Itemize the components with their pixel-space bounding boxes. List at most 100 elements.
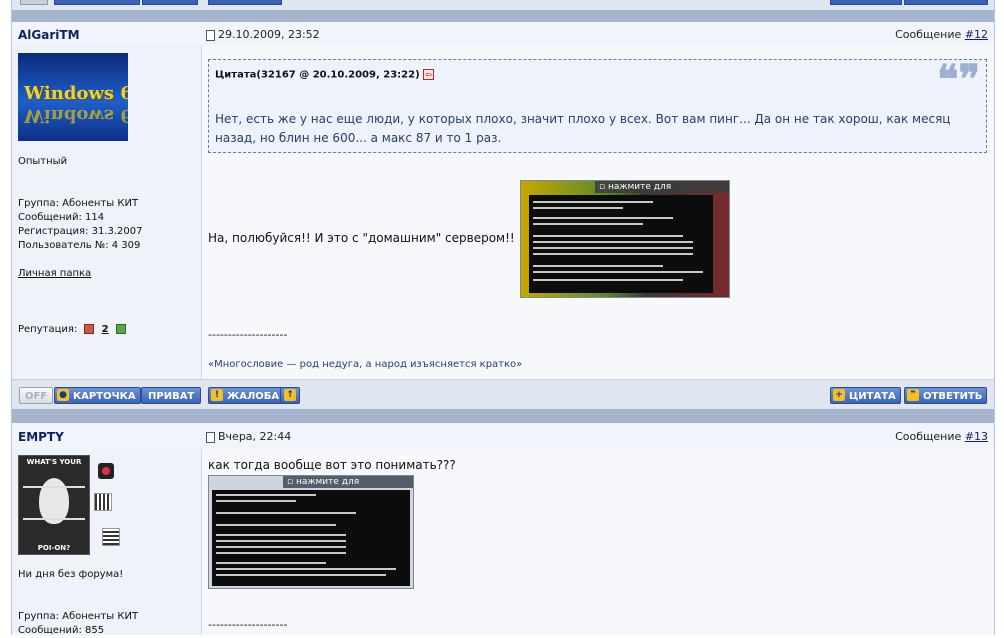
private-message-button[interactable]: ПРИВАТ — [141, 387, 202, 404]
warning-icon: ! — [211, 389, 223, 401]
scroll-top-button[interactable]: ↑ — [280, 387, 300, 404]
console-line — [216, 562, 326, 564]
post-author[interactable]: EMPTY — [18, 430, 64, 444]
top-button-fragment-1[interactable] — [20, 0, 48, 5]
forum-topic-frame: AlGariTM 29.10.2009, 23:52 Сообщение #12… — [11, 0, 995, 636]
top-button-fragment-4[interactable] — [208, 0, 282, 5]
post-separator — [12, 10, 994, 22]
avatar-caption-bottom: POI-ON? — [37, 544, 71, 552]
avatar: Windows 64 Windows 64 — [18, 53, 128, 141]
reputation: Репутация: 2 — [18, 323, 126, 337]
post-date: Вчера, 22:44 — [206, 430, 291, 443]
quote-button[interactable]: + ЦИТАТА — [830, 387, 901, 404]
online-status-button[interactable]: OFF — [19, 387, 54, 404]
top-button-bar — [12, 0, 994, 10]
signature-divider: -------------------- — [208, 328, 288, 341]
console-line — [533, 201, 653, 203]
user-group: Группа: Абоненты КИТ — [18, 198, 139, 209]
console-line — [216, 552, 346, 554]
document-icon — [206, 29, 215, 41]
zoom-label: ▫ нажмите для увеличения — [595, 181, 729, 204]
console-line — [216, 524, 336, 526]
console-line — [216, 546, 346, 548]
arrow-up-icon: ↑ — [284, 389, 296, 401]
post-number: Сообщение #12 — [895, 28, 988, 41]
post-separator — [12, 409, 994, 423]
console-line — [216, 574, 386, 576]
user-rank: Опытный — [18, 156, 68, 167]
post-author[interactable]: AlGariTM — [18, 28, 80, 42]
post-date-text: 29.10.2009, 23:52 — [218, 28, 320, 41]
console-line — [533, 235, 683, 237]
reputation-minus-icon[interactable] — [84, 324, 95, 334]
thumbnail-console — [529, 195, 713, 293]
bomb-icon — [98, 463, 114, 479]
zoom-label: ▫ нажмите для увеличения — [283, 476, 413, 499]
avatar-wordmark: Windows 64 — [24, 83, 128, 104]
quote-header: Цитата(32167 @ 20.10.2009, 23:22) ⇦ — [215, 69, 435, 81]
user-registration-date: Регистрация: 31.3.2007 — [18, 226, 143, 237]
profile-card-label: КАРТОЧКА — [73, 391, 136, 402]
qr-code-icon — [102, 528, 120, 546]
avatar-wordmark-reflection: Windows 64 — [24, 105, 128, 126]
reputation-value[interactable]: 2 — [102, 324, 109, 335]
post-header: AlGariTM 29.10.2009, 23:52 Сообщение #12 — [12, 22, 994, 46]
user-number: Пользователь №: 4 309 — [18, 240, 141, 251]
reply-button[interactable]: ❞ ОТВЕТИТЬ — [904, 387, 988, 404]
top-button-fragment-2[interactable] — [54, 0, 140, 5]
quote-label: ЦИТАТА — [849, 391, 896, 402]
post-number-link[interactable]: #13 — [965, 430, 988, 443]
quote-mark-icon: ❝❞ — [936, 56, 980, 103]
console-line — [533, 241, 693, 243]
quote-marks-icon: ❞ — [907, 389, 919, 401]
console-line — [533, 265, 663, 267]
reputation-label: Репутация: — [18, 324, 78, 335]
post-date-text: Вчера, 22:44 — [218, 430, 292, 443]
quote-link-icon[interactable]: ⇦ — [423, 69, 435, 80]
post-header: EMPTY Вчера, 22:44 Сообщение #13 — [12, 423, 994, 449]
personal-folder-link[interactable]: Личная папка — [18, 267, 91, 281]
top-button-fragment-6[interactable] — [904, 0, 988, 5]
user-message-count: Сообщений: 114 — [18, 212, 105, 223]
top-button-fragment-3[interactable] — [142, 0, 198, 5]
complaint-button[interactable]: ! ЖАЛОБА — [208, 387, 285, 404]
post-message-text: На, полюбуйся!! И это с "домашним" серве… — [208, 231, 515, 245]
user-icon: ● — [57, 389, 69, 401]
console-line — [216, 500, 296, 502]
post-number-label: Сообщение — [895, 430, 962, 443]
spider-legs — [23, 486, 85, 520]
user-message-count: Сообщений: 855 — [18, 625, 105, 636]
console-line — [216, 540, 346, 542]
reply-label: ОТВЕТИТЬ — [923, 391, 983, 402]
post-number-label: Сообщение — [895, 28, 962, 41]
console-line — [533, 207, 623, 209]
console-line — [216, 534, 346, 536]
screenshot-thumbnail[interactable]: ▫ нажмите для увеличения — [520, 180, 730, 298]
post-message-text: как тогда вообще вот это понимать??? — [208, 458, 456, 472]
thumbnail-console — [212, 490, 410, 586]
quote-text: Нет, есть же у нас еще люди, у которых п… — [215, 112, 951, 145]
avatar: WHAT'S YOUR POI-ON? — [18, 455, 90, 555]
console-line — [216, 494, 316, 496]
user-status-text: Ни дня без форума! — [18, 569, 124, 580]
avatar-caption-top: WHAT'S YOUR — [26, 458, 82, 466]
post-date: 29.10.2009, 23:52 — [206, 28, 320, 41]
console-line — [533, 223, 643, 225]
console-line — [533, 253, 693, 255]
top-button-fragment-5[interactable] — [830, 0, 902, 5]
user-group: Группа: Абоненты КИТ — [18, 611, 139, 622]
profile-card-button[interactable]: ● КАРТОЧКА — [54, 387, 141, 404]
console-line — [533, 217, 673, 219]
complaint-label: ЖАЛОБА — [227, 391, 280, 402]
quote-header-text: Цитата(32167 @ 20.10.2009, 23:22) — [215, 69, 420, 81]
post-number: Сообщение #13 — [895, 430, 988, 443]
user-info-column: WHAT'S YOUR POI-ON? Ни дня без форума! Г… — [12, 449, 202, 636]
reputation-plus-icon[interactable] — [115, 324, 126, 334]
signature-divider: -------------------- — [208, 618, 288, 631]
quote-block: Цитата(32167 @ 20.10.2009, 23:22) ⇦ ❝❞ Н… — [208, 59, 987, 153]
signature: «Многословие — род недуга, а народ изъяс… — [208, 359, 523, 370]
post-number-link[interactable]: #12 — [965, 28, 988, 41]
document-icon — [206, 431, 215, 443]
plus-icon: + — [833, 389, 845, 401]
screenshot-thumbnail[interactable]: ▫ нажмите для увеличения — [208, 475, 414, 589]
